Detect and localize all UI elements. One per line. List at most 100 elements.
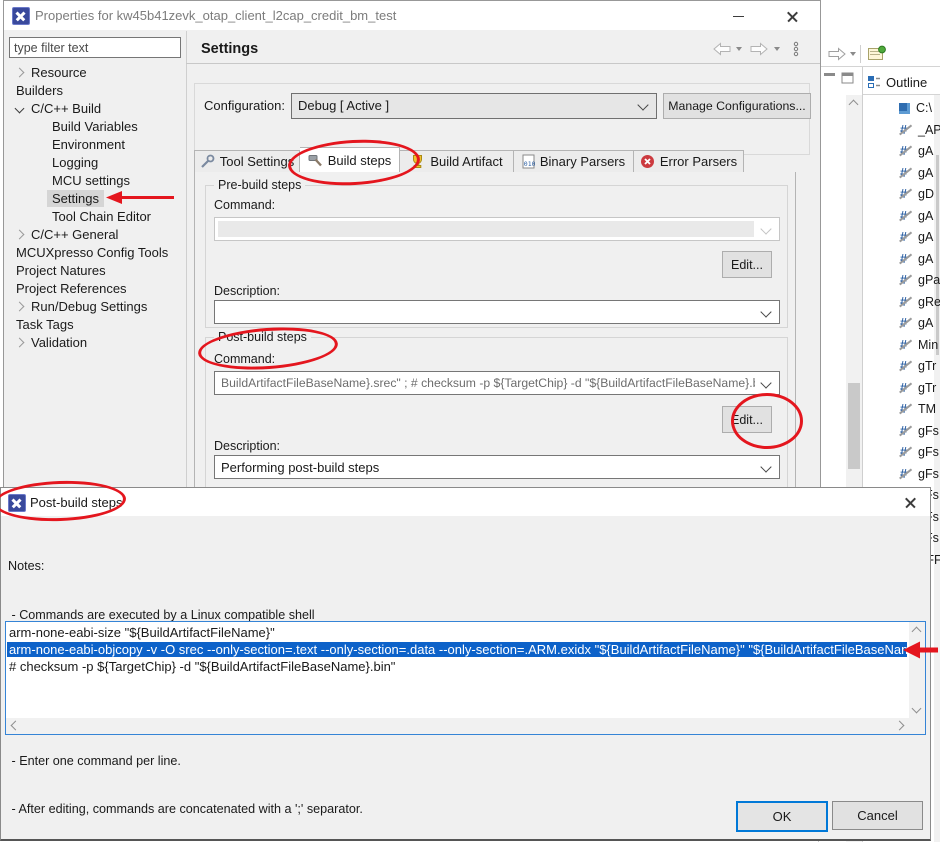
pre-build-edit-button[interactable]: Edit... [722,251,772,278]
outline-item[interactable]: gA [863,313,940,333]
post-build-command-combo[interactable]: BuildArtifactFileBaseName}.srec" ; # che… [214,371,780,395]
tree-item-cpp-general[interactable]: C/C++ General [8,225,186,243]
define-icon [899,467,912,481]
pre-build-description-combo[interactable] [214,300,780,324]
outline-item[interactable]: gA [863,206,940,226]
outline-item[interactable]: gTr [863,356,940,376]
tab-error-parsers[interactable]: Error Parsers [634,150,744,173]
define-icon [899,144,912,158]
manage-configurations-button[interactable]: Manage Configurations... [663,93,811,119]
maximize-view-icon[interactable] [841,72,854,84]
outline-item[interactable]: gFs [863,421,940,441]
horizontal-scrollbar[interactable] [6,718,909,734]
tab-build-steps[interactable]: Build steps [300,147,400,173]
tree-item-mcu-settings[interactable]: MCU settings [8,171,186,189]
back-arrow-icon[interactable] [712,42,732,56]
tree-item-run-debug-settings[interactable]: Run/Debug Settings [8,297,186,315]
description-label: Description: [214,439,280,453]
pre-build-steps-legend: Pre-build steps [214,178,305,192]
outline-item[interactable]: Min [863,335,940,355]
outline-item[interactable]: gPa [863,270,940,290]
outline-item[interactable]: gA [863,163,940,183]
minimize-button[interactable] [716,1,761,30]
post-build-description-combo[interactable]: Performing post-build steps [214,455,780,479]
define-icon [899,402,912,416]
ok-button[interactable]: OK [736,801,828,832]
tree-item-tool-chain-editor[interactable]: Tool Chain Editor [8,207,186,225]
command-line[interactable]: # checksum -p ${TargetChip} -d "${BuildA… [7,658,907,675]
svg-text:010: 010 [524,160,535,168]
chevron-down-icon[interactable] [850,52,856,56]
outline-item[interactable]: gTr [863,378,940,398]
define-icon [899,230,912,244]
tree-item-task-tags[interactable]: Task Tags [8,315,186,333]
close-button[interactable] [770,1,815,30]
configuration-label: Configuration: [204,98,285,113]
tree-item-project-natures[interactable]: Project Natures [8,261,186,279]
tree-item-build-variables[interactable]: Build Variables [8,117,186,135]
tab-tool-settings[interactable]: Tool Settings [194,150,300,173]
divider [863,94,940,95]
outline-icon [867,75,881,89]
outline-item[interactable]: gA [863,249,940,269]
tree-panel-divider [186,31,187,491]
post-build-steps-dialog: Post-build steps Notes: - Commands are e… [0,487,931,841]
build-artifact-icon [410,154,425,169]
outline-item[interactable]: gD [863,184,940,204]
chevron-down-icon [760,223,771,234]
outline-item[interactable]: gRe [863,292,940,312]
tree-item-resource[interactable]: Resource [8,63,186,81]
commands-editor[interactable]: arm-none-eabi-size "${BuildArtifactFileN… [5,621,926,735]
outline-item[interactable]: gA [863,227,940,247]
outline-panel-header[interactable]: Outline [867,72,940,92]
description-label: Description: [214,284,280,298]
forward-arrow-icon[interactable] [827,47,847,61]
close-button[interactable] [891,488,930,516]
dialog-title: Post-build steps [30,495,123,510]
forward-history-chevron-icon[interactable] [774,47,780,51]
command-line[interactable]: arm-none-eabi-size "${BuildArtifactFileN… [7,624,907,641]
post-build-edit-button[interactable]: Edit... [722,406,772,433]
tree-item-validation[interactable]: Validation [8,333,186,351]
outline-item[interactable]: gFs [863,442,940,462]
tree-item-builders[interactable]: Builders [8,81,186,99]
vertical-scrollbar[interactable] [909,622,925,718]
tree-item-logging[interactable]: Logging [8,153,186,171]
pre-build-command-combo[interactable] [214,217,780,241]
cancel-button[interactable]: Cancel [832,801,923,830]
pin-editor-icon[interactable] [867,45,886,62]
tree-item-settings[interactable]: Settings [8,189,186,207]
tree-item-cpp-build[interactable]: C/C++ Build [8,99,186,117]
tree-item-environment[interactable]: Environment [8,135,186,153]
define-icon [899,187,912,201]
properties-titlebar: Properties for kw45b41zevk_otap_client_l… [4,1,820,30]
forward-arrow-icon[interactable] [749,42,769,56]
tab-build-artifact[interactable]: Build Artifact [400,150,514,173]
outline-item[interactable]: TM [863,399,940,419]
view-menu-icon[interactable] [792,41,800,57]
notes-line: - After editing, commands are concatenat… [8,801,392,817]
tree-item-project-references[interactable]: Project References [8,279,186,297]
filter-input[interactable] [9,37,181,58]
commands-text[interactable]: arm-none-eabi-size "${BuildArtifactFileN… [7,624,907,716]
back-history-chevron-icon[interactable] [736,47,742,51]
command-label: Command: [214,352,275,366]
define-icon [899,295,912,309]
define-icon [899,166,912,180]
tab-binary-parsers[interactable]: 010 Binary Parsers [514,150,634,173]
tree-item-mcuxpresso-config-tools[interactable]: MCUXpresso Config Tools [8,243,186,261]
minimize-view-icon[interactable] [823,72,836,84]
configuration-combo[interactable]: Debug [ Active ] [291,93,657,119]
outline-item[interactable]: gA [863,141,940,161]
define-icon [899,316,912,330]
page-title: Settings [201,41,258,57]
settings-tabs: Tool Settings Build steps Build Artifact… [194,147,744,173]
command-line-selected[interactable]: arm-none-eabi-objcopy -v -O srec --only-… [7,641,907,658]
define-icon [899,209,912,223]
outline-item[interactable]: _AP [863,120,940,140]
define-icon [899,445,912,459]
outline-item[interactable]: gFs [863,464,940,484]
outline-title: Outline [886,75,927,90]
outline-item[interactable]: C:\ [863,98,940,118]
properties-dialog-title: Properties for kw45b41zevk_otap_client_l… [35,8,396,23]
